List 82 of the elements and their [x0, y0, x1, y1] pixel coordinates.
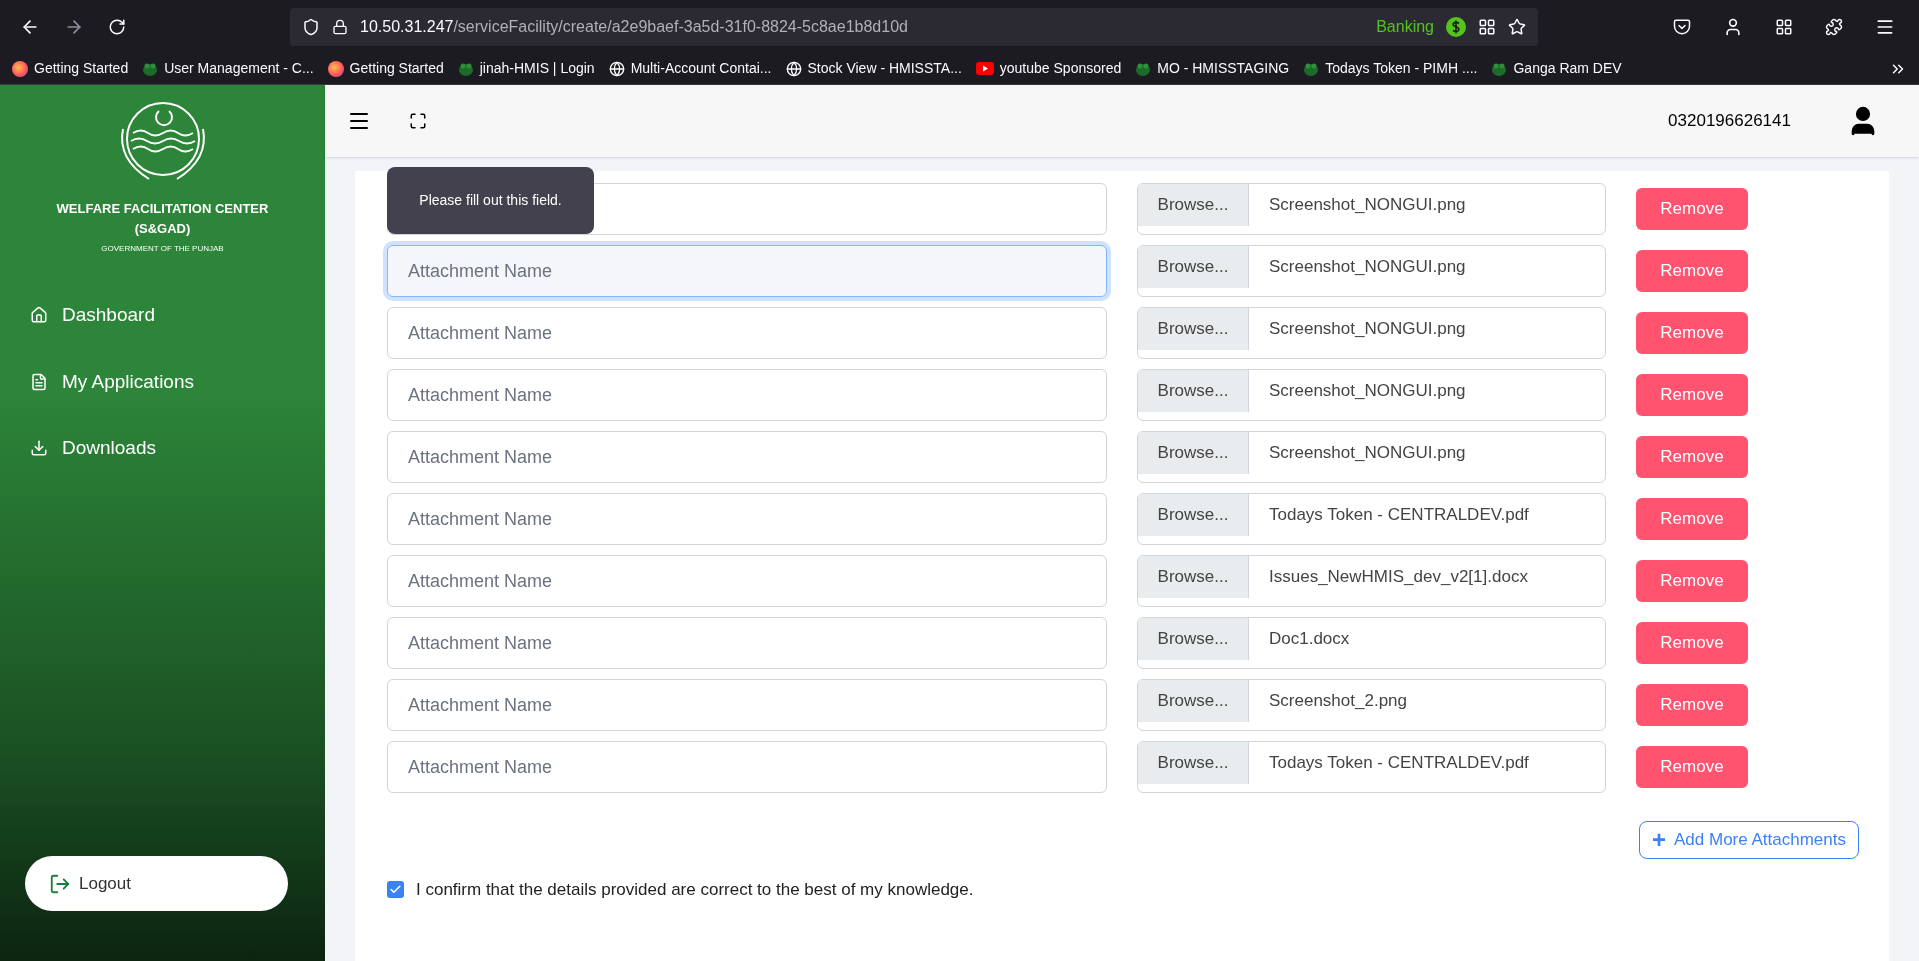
browse-label[interactable]: Browse... — [1138, 680, 1249, 722]
nav-link[interactable]: Downloads — [30, 434, 325, 463]
logout-button[interactable]: Logout — [25, 856, 288, 911]
file-field[interactable]: Browse... Issues_NewHMIS_dev_v2[1].docx — [1137, 555, 1606, 607]
attachment-name-field[interactable]: Attachment Name — [387, 493, 1107, 545]
download-icon — [30, 439, 48, 458]
file-name: Issues_NewHMIS_dev_v2[1].docx — [1268, 566, 1529, 589]
file-name: Todays Token - CENTRALDEV.pdf — [1268, 752, 1530, 775]
banking-label: Banking — [1376, 16, 1434, 37]
browse-label[interactable]: Browse... — [1138, 370, 1249, 412]
bookmark[interactable]: jinah-HMIS | Login — [457, 58, 595, 79]
file-name: Screenshot_NONGUI.png — [1268, 380, 1467, 403]
reload-icon[interactable] — [108, 17, 126, 36]
confirm-checkbox[interactable] — [387, 881, 404, 899]
attachment-name-field[interactable]: Attachment Name — [387, 555, 1107, 607]
firefox-icon — [12, 60, 28, 77]
center-title: WELFARE FACILITATION CENTER (S&GAD) — [55, 200, 270, 238]
browse-label[interactable]: Browse... — [1138, 432, 1249, 474]
validation-tooltip: Please fill out this field. — [387, 167, 594, 234]
attachment-name-field[interactable]: Attachment Name — [387, 369, 1107, 421]
file-name: Doc1.docx — [1268, 628, 1351, 651]
browse-label[interactable]: Browse... — [1138, 618, 1249, 660]
file-field[interactable]: Browse... Screenshot_2.png — [1137, 679, 1606, 731]
file-name: Screenshot_NONGUI.png — [1268, 442, 1467, 465]
file-field[interactable]: Browse... Screenshot_NONGUI.png — [1137, 245, 1606, 297]
attachment-name-field[interactable]: Attachment Name — [387, 307, 1107, 359]
file-name: Screenshot_NONGUI.png — [1268, 256, 1467, 279]
shield-icon — [302, 17, 320, 36]
star-icon[interactable] — [1508, 17, 1526, 36]
file-field[interactable]: Browse... Todays Token - CENTRALDEV.pdf — [1137, 493, 1606, 545]
lock-icon — [332, 18, 348, 35]
user-phone: 0320196626141 — [1668, 110, 1791, 133]
file-field[interactable]: Browse... Doc1.docx — [1137, 617, 1606, 669]
attachment-name-field[interactable]: Attachment Name — [387, 679, 1107, 731]
globe-icon — [608, 60, 625, 77]
attachment-name-field[interactable]: Attachment Name — [387, 741, 1107, 793]
attachment-name-field[interactable]: Attachment Name — [387, 617, 1107, 669]
bookmark[interactable]: Getting Started — [12, 58, 129, 79]
confirm-text: I confirm that the details provided are correct to the best of my knowledge. — [416, 879, 974, 901]
attachment-name-field[interactable]: Attachment Name — [387, 431, 1107, 483]
add-attachments-button[interactable]: + Add More Attachments — [1639, 821, 1859, 859]
bookmark[interactable]: Ganga Ram DEV — [1491, 58, 1622, 79]
nav-link[interactable]: Dashboard — [30, 301, 325, 330]
file-name: Todays Token - CENTRALDEV.pdf — [1268, 504, 1530, 527]
bookmark[interactable]: Multi-Account Contai... — [608, 58, 772, 79]
bookmark[interactable]: User Management - C... — [142, 58, 314, 79]
address-bar[interactable]: 10.50.31.247/serviceFacility/create/a2e9baef-3a5d-31f0-8824-5c8ae1b8d10d Banking — [290, 7, 1538, 46]
file-name: Screenshot_2.png — [1268, 690, 1408, 713]
bookmark[interactable]: Getting Started — [327, 58, 444, 79]
center-subtitle: GOVERNMENT OF THE PUNJAB — [100, 243, 225, 255]
bookmark[interactable]: Todays Token - PIMH .... — [1303, 58, 1478, 79]
browse-label[interactable]: Browse... — [1138, 742, 1249, 784]
browse-label[interactable]: Browse... — [1138, 308, 1249, 350]
file-field[interactable]: Browse... Todays Token - CENTRALDEV.pdf — [1137, 741, 1606, 793]
fullscreen-icon[interactable] — [409, 112, 427, 130]
url-text: 10.50.31.247/serviceFacility/create/a2e9baef-3a5d-31f0-8824-5c8ae1b8d10d — [360, 16, 908, 37]
attachment-name-field[interactable]: Attachment Name — [387, 245, 1107, 297]
dollar-icon — [1446, 16, 1466, 37]
browse-label[interactable]: Browse... — [1138, 556, 1249, 598]
account-icon[interactable] — [1723, 16, 1743, 37]
globe-icon — [785, 60, 802, 77]
browse-label[interactable]: Browse... — [1138, 184, 1249, 226]
logout-icon — [49, 872, 71, 895]
puzzle-icon[interactable] — [1825, 17, 1843, 36]
browse-label[interactable]: Browse... — [1138, 494, 1249, 536]
firefox-icon — [327, 60, 344, 77]
browse-label[interactable]: Browse... — [1138, 246, 1249, 288]
document-icon — [30, 372, 48, 391]
bookmark[interactable]: MO - HMISSTAGING — [1135, 58, 1290, 79]
nav-link[interactable]: My Applications — [30, 367, 325, 396]
play-icon — [975, 62, 994, 75]
bookmark[interactable]: Stock View - HMISSTA... — [785, 58, 962, 79]
file-name: Screenshot_NONGUI.png — [1268, 194, 1467, 217]
file-field[interactable]: Browse... Screenshot_NONGUI.png — [1137, 183, 1606, 235]
file-name: Screenshot_NONGUI.png — [1268, 318, 1467, 341]
file-field[interactable]: Browse... Screenshot_NONGUI.png — [1137, 307, 1606, 359]
grid-icon[interactable] — [1478, 17, 1496, 36]
file-field[interactable]: Browse... Screenshot_NONGUI.png — [1137, 369, 1606, 421]
bookmark[interactable]: youtube Sponsored — [975, 58, 1122, 79]
home-icon — [30, 306, 48, 325]
pocket-icon[interactable] — [1673, 17, 1691, 36]
file-field[interactable]: Browse... Screenshot_NONGUI.png — [1137, 431, 1606, 483]
